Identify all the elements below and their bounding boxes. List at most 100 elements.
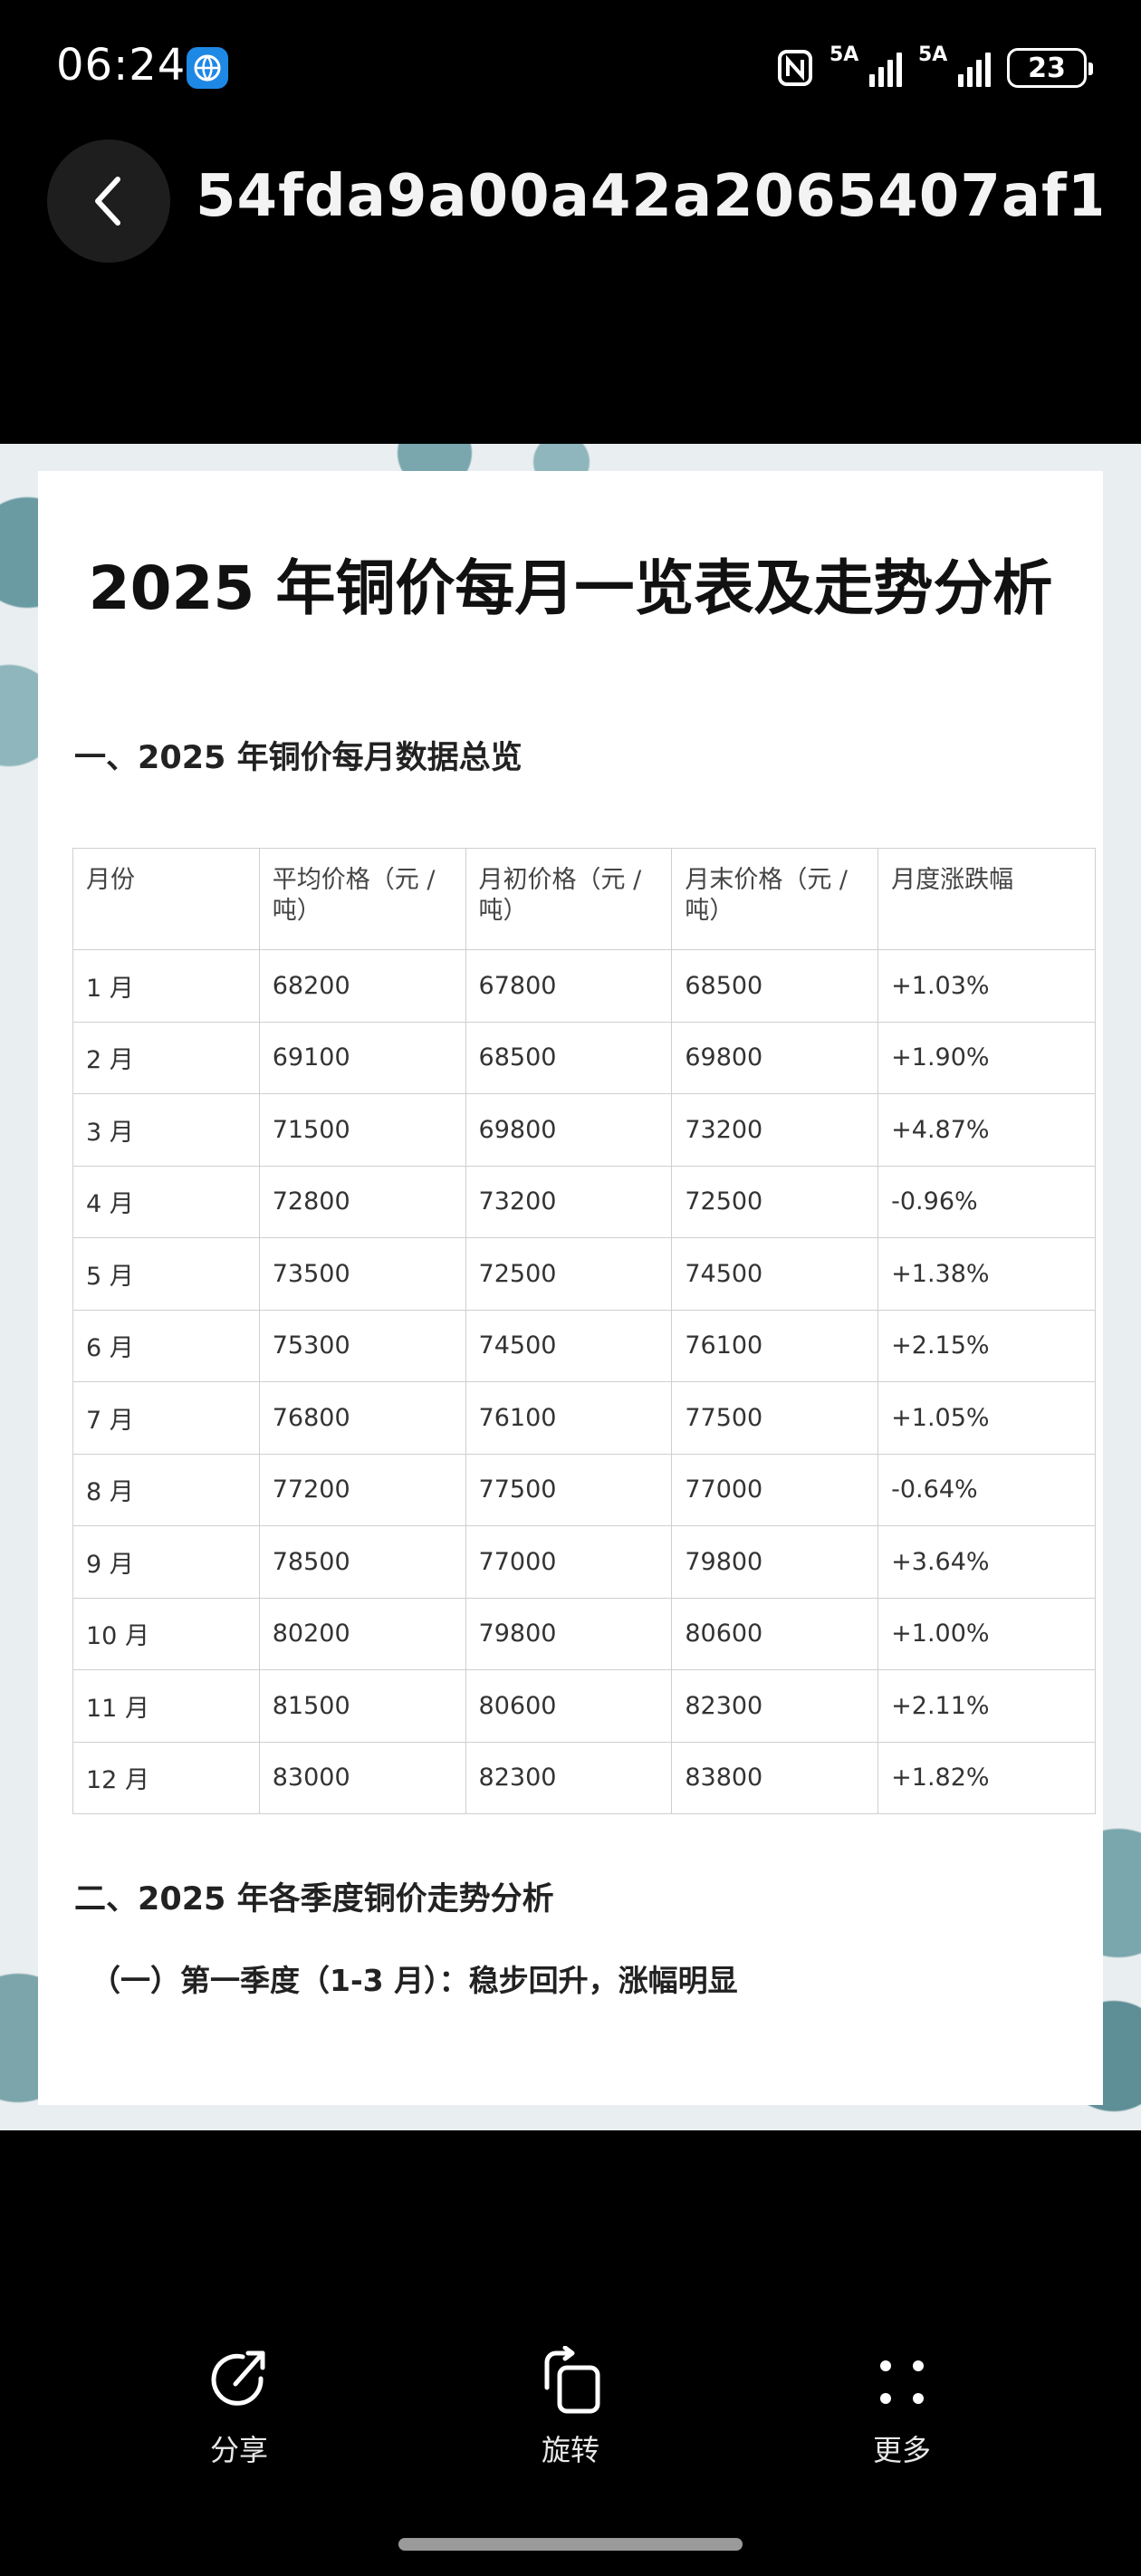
cell-month: 11 月 — [72, 1669, 260, 1743]
table-row: 2 月 69100 68500 69800 +1.90% — [72, 1021, 1096, 1094]
cell-close: 80600 — [671, 1597, 879, 1670]
header-close-price: 月末价格（元 / 吨） — [671, 848, 879, 950]
signal-label-2: 5A — [918, 43, 948, 66]
share-icon — [211, 2350, 265, 2406]
signal-icon-2: 5A — [918, 43, 991, 89]
cell-avg: 77200 — [258, 1453, 466, 1526]
cell-month: 1 月 — [72, 949, 260, 1023]
table-row: 5 月 73500 72500 74500 +1.38% — [72, 1237, 1096, 1311]
cell-close: 77000 — [671, 1453, 879, 1526]
cell-month: 9 月 — [72, 1525, 260, 1599]
browser-notification-icon — [187, 47, 228, 89]
cell-month: 5 月 — [72, 1237, 260, 1311]
document-title: 2025 年铜价每月一览表及走势分析 — [88, 553, 1053, 623]
bottom-action-bar: 分享 旋转 更多 — [0, 2346, 1141, 2482]
signal-label: 5A — [829, 43, 859, 66]
share-label: 分享 — [209, 2433, 268, 2467]
document-image[interactable]: 2025 年铜价每月一览表及走势分析 一、2025 年铜价每月数据总览 月份 平… — [0, 444, 1141, 2130]
rotate-label: 旋转 — [541, 2433, 599, 2467]
cell-open: 69800 — [465, 1093, 673, 1167]
header-change: 月度涨跌幅 — [877, 848, 1096, 950]
section-heading-1: 一、2025 年铜价每月数据总览 — [74, 740, 523, 776]
cell-change: -0.64% — [877, 1453, 1096, 1526]
cell-month: 7 月 — [72, 1381, 260, 1455]
share-button[interactable]: 分享 — [167, 2346, 312, 2469]
cell-open: 68500 — [465, 1021, 673, 1094]
section-heading-2: 二、2025 年各季度铜价走势分析 — [74, 1881, 554, 1918]
subsection-heading: （一）第一季度（1-3 月）：稳步回升，涨幅明显 — [91, 1963, 738, 1998]
cell-avg: 83000 — [258, 1741, 466, 1814]
rotate-button[interactable]: 旋转 — [498, 2346, 643, 2469]
table-row: 7 月 76800 76100 77500 +1.05% — [72, 1381, 1096, 1455]
cell-close: 69800 — [671, 1021, 879, 1094]
cell-change: +2.11% — [877, 1669, 1096, 1743]
cell-open: 82300 — [465, 1741, 673, 1814]
cell-close: 74500 — [671, 1237, 879, 1311]
cell-avg: 71500 — [258, 1093, 466, 1167]
cell-open: 76100 — [465, 1381, 673, 1455]
cell-month: 10 月 — [72, 1597, 260, 1670]
more-icon — [880, 2360, 924, 2404]
more-button[interactable]: 更多 — [829, 2346, 974, 2469]
cell-avg: 78500 — [258, 1525, 466, 1599]
cell-change: -0.96% — [877, 1165, 1096, 1238]
cell-month: 3 月 — [72, 1093, 260, 1167]
cell-open: 67800 — [465, 949, 673, 1023]
cell-open: 77500 — [465, 1453, 673, 1526]
copper-price-table: 月份 平均价格（元 / 吨） 月初价格（元 / 吨） 月末价格（元 / 吨） 月… — [72, 848, 1096, 1814]
cell-avg: 81500 — [258, 1669, 466, 1743]
signal-icon: 5A — [829, 43, 902, 89]
cell-avg: 69100 — [258, 1021, 466, 1094]
header-open-price: 月初价格（元 / 吨） — [465, 848, 673, 950]
cell-change: +1.03% — [877, 949, 1096, 1023]
cell-open: 74500 — [465, 1309, 673, 1382]
status-time: 06:24 — [56, 40, 187, 91]
cell-avg: 72800 — [258, 1165, 466, 1238]
cell-close: 79800 — [671, 1525, 879, 1599]
header-month: 月份 — [72, 848, 260, 950]
battery-icon: 23 — [1007, 48, 1093, 88]
cell-avg: 76800 — [258, 1381, 466, 1455]
table-row: 6 月 75300 74500 76100 +2.15% — [72, 1309, 1096, 1382]
cell-month: 8 月 — [72, 1453, 260, 1526]
cell-close: 73200 — [671, 1093, 879, 1167]
header-avg-price: 平均价格（元 / 吨） — [258, 848, 466, 950]
file-title: 54fda9a00a42a2065407af1... — [196, 163, 1101, 230]
cell-month: 4 月 — [72, 1165, 260, 1238]
cell-open: 72500 — [465, 1237, 673, 1311]
cell-month: 12 月 — [72, 1741, 260, 1814]
table-row: 11 月 81500 80600 82300 +2.11% — [72, 1669, 1096, 1743]
cell-close: 77500 — [671, 1381, 879, 1455]
back-button[interactable] — [47, 139, 170, 263]
cell-close: 68500 — [671, 949, 879, 1023]
nfc-icon — [778, 50, 812, 86]
cell-close: 72500 — [671, 1165, 879, 1238]
cell-close: 76100 — [671, 1309, 879, 1382]
cell-open: 77000 — [465, 1525, 673, 1599]
document-paper: 2025 年铜价每月一览表及走势分析 一、2025 年铜价每月数据总览 月份 平… — [38, 471, 1103, 2105]
cell-open: 79800 — [465, 1597, 673, 1670]
cell-change: +1.00% — [877, 1597, 1096, 1670]
cell-month: 6 月 — [72, 1309, 260, 1382]
more-label: 更多 — [872, 2433, 931, 2467]
cell-avg: 68200 — [258, 949, 466, 1023]
table-row: 4 月 72800 73200 72500 -0.96% — [72, 1165, 1096, 1238]
screen: 06:24 5A 5A 23 54fda9a00a42a2065407af1..… — [0, 0, 1141, 2576]
table-row: 8 月 77200 77500 77000 -0.64% — [72, 1453, 1096, 1526]
table-header-row: 月份 平均价格（元 / 吨） 月初价格（元 / 吨） 月末价格（元 / 吨） 月… — [72, 848, 1096, 950]
cell-avg: 75300 — [258, 1309, 466, 1382]
cell-avg: 80200 — [258, 1597, 466, 1670]
battery-level: 23 — [1028, 52, 1066, 84]
cell-close: 82300 — [671, 1669, 879, 1743]
cell-open: 80600 — [465, 1669, 673, 1743]
rotate-icon — [544, 2346, 600, 2414]
cell-change: +1.38% — [877, 1237, 1096, 1311]
cell-avg: 73500 — [258, 1237, 466, 1311]
home-indicator[interactable] — [398, 2538, 743, 2551]
cell-open: 73200 — [465, 1165, 673, 1238]
cell-month: 2 月 — [72, 1021, 260, 1094]
table-row: 1 月 68200 67800 68500 +1.03% — [72, 949, 1096, 1023]
cell-change: +2.15% — [877, 1309, 1096, 1382]
cell-change: +4.87% — [877, 1093, 1096, 1167]
cell-change: +1.90% — [877, 1021, 1096, 1094]
